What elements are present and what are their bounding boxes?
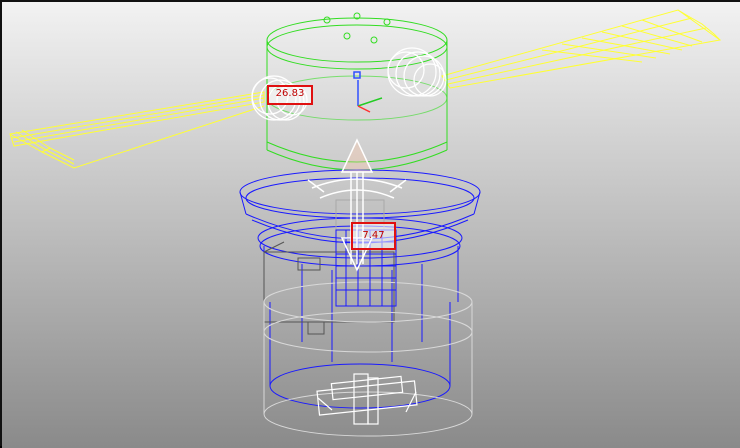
cad-viewport[interactable]: 26.83 7.47 [0,0,740,448]
dimension-label-blade-angle[interactable]: 26.83 [267,85,313,105]
dimension-label-center[interactable]: 7.47 [351,222,396,250]
